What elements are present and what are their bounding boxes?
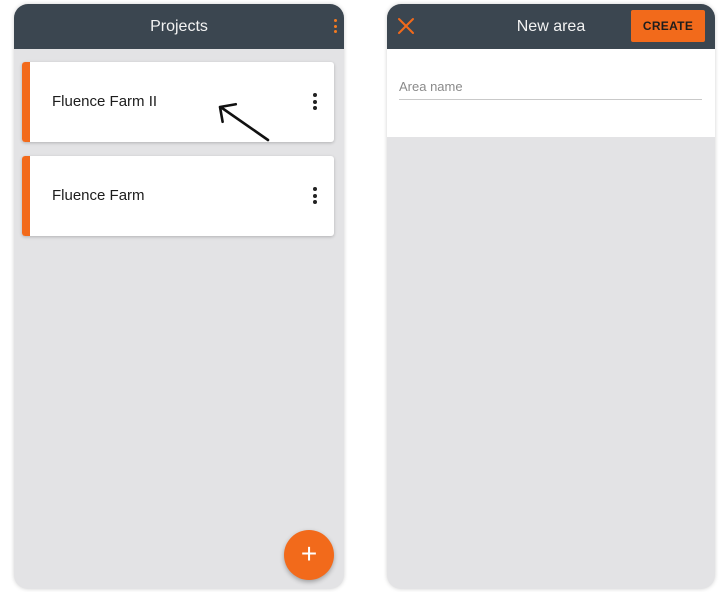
projects-screen: Projects Fluence Farm II Fluence Farm +	[14, 4, 344, 589]
project-name: Fluence Farm II	[52, 93, 158, 110]
project-card-fluence-farm-ii[interactable]: Fluence Farm II	[22, 62, 334, 142]
add-project-button[interactable]: +	[284, 530, 334, 580]
create-button[interactable]: CREATE	[631, 10, 705, 42]
new-area-screen: New area CREATE	[387, 4, 715, 589]
projects-app-bar: Projects	[14, 4, 344, 49]
project-menu-icon[interactable]	[312, 187, 318, 207]
project-menu-icon[interactable]	[312, 93, 318, 113]
project-name: Fluence Farm	[52, 187, 145, 204]
pointer-arrow-icon	[218, 102, 270, 142]
overflow-menu-icon[interactable]	[332, 19, 338, 37]
card-accent-bar	[22, 156, 30, 236]
project-card-fluence-farm[interactable]: Fluence Farm	[22, 156, 334, 236]
card-accent-bar	[22, 62, 30, 142]
area-form	[387, 49, 715, 137]
area-name-input[interactable]	[399, 73, 702, 100]
new-area-app-bar: New area CREATE	[387, 4, 715, 49]
page-title: Projects	[150, 18, 208, 35]
